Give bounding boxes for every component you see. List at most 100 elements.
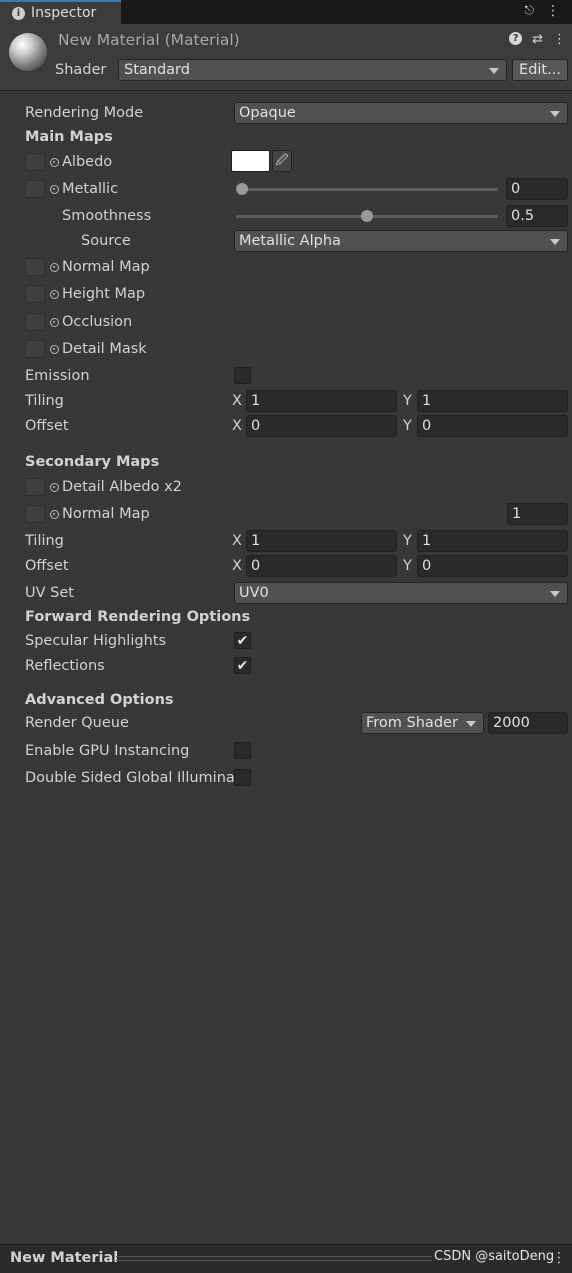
material-preview-sphere	[9, 33, 47, 71]
shader-label: Shader	[55, 62, 107, 78]
secondary-normal-scale-value: 1	[512, 506, 522, 522]
metallic-slider-handle[interactable]	[236, 183, 248, 195]
main-tiling-row: Tiling X 1 Y 1	[0, 389, 572, 413]
main-tiling-label: Tiling	[25, 393, 64, 409]
detail-mask-row: Detail Mask	[0, 337, 572, 361]
main-offset-x-field[interactable]: 0	[246, 415, 397, 437]
object-picker-icon[interactable]	[50, 344, 59, 354]
lock-icon[interactable]: ⎋	[525, 3, 535, 19]
chevron-down-icon	[550, 111, 560, 117]
object-picker-icon[interactable]	[50, 184, 59, 194]
main-offset-y-label: Y	[403, 418, 412, 434]
double-sided-gi-label: Double Sided Global Illumina	[25, 770, 235, 786]
object-picker-icon[interactable]	[50, 289, 59, 299]
main-offset-x-value: 0	[251, 418, 261, 434]
object-picker-icon[interactable]	[50, 482, 59, 492]
rendering-mode-value: Opaque	[239, 105, 296, 121]
object-picker-icon[interactable]	[50, 509, 59, 519]
double-sided-gi-row: Double Sided Global Illumina	[0, 766, 572, 790]
metallic-label: Metallic	[62, 181, 119, 197]
albedo-label: Albedo	[62, 154, 113, 170]
shader-dropdown[interactable]: Standard	[118, 59, 507, 81]
normal-map-texture-slot[interactable]	[25, 258, 45, 276]
object-picker-icon[interactable]	[50, 157, 59, 167]
detail-albedo-label-wrap: Detail Albedo x2	[50, 479, 182, 495]
secondary-tiling-label: Tiling	[25, 533, 64, 549]
source-label: Source	[81, 233, 131, 249]
smoothness-row: Smoothness 0.5	[0, 204, 572, 228]
gpu-instancing-label: Enable GPU Instancing	[25, 743, 190, 759]
secondary-offset-y-value: 0	[422, 558, 432, 574]
kebab-menu-icon[interactable]: ⋮	[552, 1250, 566, 1266]
emission-row: Emission	[0, 364, 572, 388]
detail-mask-texture-slot[interactable]	[25, 340, 45, 358]
secondary-tiling-x-value: 1	[251, 533, 261, 549]
header-icons: ? ⇄ ⋮	[509, 32, 566, 47]
preview-resize-grip[interactable]	[116, 1256, 432, 1261]
object-picker-icon[interactable]	[50, 317, 59, 327]
gpu-instancing-checkbox[interactable]	[234, 742, 251, 759]
preset-icon[interactable]: ⇄	[532, 32, 543, 47]
source-value: Metallic Alpha	[239, 233, 341, 249]
metallic-slider-track[interactable]	[236, 188, 498, 191]
secondary-normal-map-texture-slot[interactable]	[25, 505, 45, 523]
info-icon: i	[12, 6, 25, 20]
metallic-value: 0	[511, 181, 521, 197]
secondary-maps-heading-row: Secondary Maps	[0, 450, 572, 474]
double-sided-gi-checkbox[interactable]	[234, 769, 251, 786]
forward-rendering-heading: Forward Rendering Options	[25, 609, 251, 625]
uv-set-dropdown[interactable]: UV0	[234, 582, 568, 604]
metallic-texture-slot[interactable]	[25, 180, 45, 198]
secondary-offset-x-field[interactable]: 0	[246, 555, 397, 577]
smoothness-slider-handle[interactable]	[361, 210, 373, 222]
metallic-label-wrap: Metallic	[50, 181, 118, 197]
reflections-checkbox[interactable]: ✔	[234, 657, 251, 674]
metallic-value-field[interactable]: 0	[506, 178, 568, 200]
detail-albedo-texture-slot[interactable]	[25, 478, 45, 496]
help-icon[interactable]: ?	[509, 32, 523, 45]
emission-checkbox[interactable]	[234, 367, 251, 384]
source-dropdown[interactable]: Metallic Alpha	[234, 230, 568, 252]
secondary-offset-y-field[interactable]: 0	[417, 555, 568, 577]
inspector-tab[interactable]: i Inspector	[0, 0, 121, 24]
render-queue-value-field[interactable]: 2000	[488, 712, 568, 734]
albedo-row: Albedo 🖉	[0, 150, 572, 174]
height-map-texture-slot[interactable]	[25, 285, 45, 303]
secondary-offset-x-label: X	[232, 558, 242, 574]
footer-title: New Material	[10, 1250, 119, 1266]
kebab-menu-icon[interactable]: ⋮	[546, 3, 560, 19]
rendering-mode-dropdown[interactable]: Opaque	[234, 102, 568, 124]
kebab-menu-icon[interactable]: ⋮	[553, 32, 566, 47]
material-header: New Material (Material) ? ⇄ ⋮ Shader Sta…	[0, 24, 572, 91]
chevron-down-icon	[550, 591, 560, 597]
specular-highlights-checkbox[interactable]: ✔	[234, 632, 251, 649]
secondary-tiling-x-label: X	[232, 533, 242, 549]
height-map-label-wrap: Height Map	[50, 286, 145, 302]
checkmark-icon: ✔	[236, 657, 249, 674]
forward-rendering-heading-row: Forward Rendering Options	[0, 605, 572, 629]
occlusion-texture-slot[interactable]	[25, 313, 45, 331]
inspector-tabbar: i Inspector ⎋ ⋮	[0, 0, 572, 24]
secondary-normal-map-row: Normal Map 1	[0, 502, 572, 526]
main-tiling-x-field[interactable]: 1	[246, 390, 397, 412]
height-map-row: Height Map	[0, 282, 572, 306]
albedo-color-swatch[interactable]	[231, 150, 270, 172]
smoothness-value-field[interactable]: 0.5	[506, 205, 568, 227]
eyedropper-icon[interactable]: 🖉	[272, 150, 292, 172]
main-maps-heading-row: Main Maps	[0, 125, 572, 149]
object-picker-icon[interactable]	[50, 262, 59, 272]
advanced-heading: Advanced Options	[25, 692, 174, 708]
secondary-normal-scale-field[interactable]: 1	[507, 503, 568, 525]
detail-albedo-label: Detail Albedo x2	[62, 479, 182, 495]
main-tiling-y-field[interactable]: 1	[417, 390, 568, 412]
edit-shader-button[interactable]: Edit...	[512, 59, 568, 81]
specular-highlights-row: Specular Highlights ✔	[0, 629, 572, 653]
watermark: CSDN @saitoDeng	[434, 1249, 555, 1264]
render-queue-mode-dropdown[interactable]: From Shader	[361, 712, 484, 734]
secondary-tiling-y-field[interactable]: 1	[417, 530, 568, 552]
main-offset-y-field[interactable]: 0	[417, 415, 568, 437]
secondary-tiling-x-field[interactable]: 1	[246, 530, 397, 552]
tab-tools: ⎋ ⋮	[525, 3, 561, 19]
main-tiling-x-label: X	[232, 393, 242, 409]
albedo-texture-slot[interactable]	[25, 153, 45, 171]
